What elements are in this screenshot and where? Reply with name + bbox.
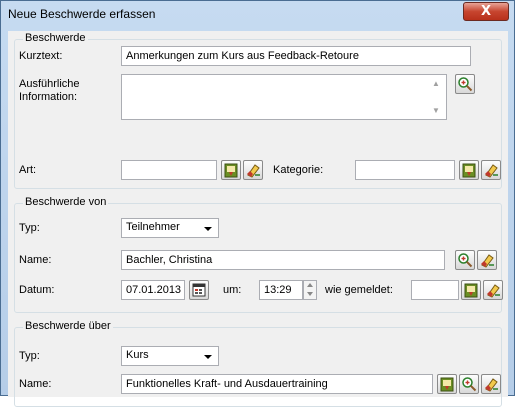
group-ueber-label: Beschwerde über [23, 320, 113, 332]
info-label-line1: Ausführliche [19, 78, 80, 90]
magnifier-icon [458, 253, 473, 268]
group-von-label: Beschwerde von [23, 196, 109, 208]
chevron-down-icon [204, 227, 212, 231]
ueber-name-clear-button[interactable] [481, 374, 501, 394]
spin-down-icon[interactable] [307, 292, 313, 296]
ueber-name-label: Name: [19, 378, 52, 390]
spin-up-icon[interactable] [307, 283, 313, 287]
art-select-button[interactable] [221, 160, 241, 180]
group-beschwerde-ueber: Beschwerde über Typ: Kurs Name: Funktion… [14, 320, 502, 407]
info-scrollbar[interactable]: ▲ ▼ [429, 76, 445, 118]
datum-input[interactable]: 07.01.2013 [121, 280, 185, 300]
kurztext-input[interactable]: Anmerkungen zum Kurs aus Feedback-Retour… [121, 46, 471, 66]
dialog-window: Neue Beschwerde erfassen X Beschwerde Ku… [0, 0, 515, 407]
von-name-clear-button[interactable] [477, 250, 497, 270]
ueber-name-select-button[interactable] [437, 374, 457, 394]
time-spinner[interactable] [303, 280, 317, 300]
clipboard-icon [224, 163, 238, 178]
art-label: Art: [19, 164, 37, 176]
von-typ-label: Typ: [19, 222, 40, 234]
info-label-line2: Information: [19, 91, 78, 103]
magnifier-icon [458, 77, 473, 92]
group-beschwerde-von: Beschwerde von Typ: Teilnehmer Name: Bac… [14, 196, 503, 313]
clipboard-icon [462, 163, 476, 178]
close-icon: X [480, 4, 492, 19]
chevron-down-icon [204, 355, 212, 359]
calendar-icon [192, 283, 206, 297]
clipboard-icon [464, 283, 478, 298]
ueber-typ-label: Typ: [19, 350, 40, 362]
gemeldet-select-button[interactable] [461, 280, 481, 300]
von-name-input[interactable]: Bachler, Christina [121, 250, 445, 270]
kategorie-input[interactable] [355, 160, 455, 180]
um-label: um: [223, 284, 242, 296]
scroll-up-icon[interactable]: ▲ [432, 79, 440, 88]
close-button[interactable]: X [463, 2, 509, 21]
ueber-typ-value: Kurs [126, 349, 149, 361]
von-typ-select[interactable]: Teilnehmer [121, 218, 219, 238]
eraser-icon [487, 284, 500, 298]
title-bar[interactable]: Neue Beschwerde erfassen X [1, 1, 514, 27]
gemeldet-label: wie gemeldet: [325, 284, 393, 296]
von-typ-value: Teilnehmer [126, 221, 180, 233]
gemeldet-input[interactable] [411, 280, 459, 300]
group-beschwerde: Beschwerde Kurztext: Anmerkungen zum Kur… [14, 32, 502, 189]
von-name-label: Name: [19, 254, 52, 266]
art-clear-button[interactable] [243, 160, 263, 180]
datum-label: Datum: [19, 284, 55, 296]
ueber-typ-select[interactable]: Kurs [121, 346, 219, 366]
eraser-icon [481, 254, 494, 268]
eraser-icon [485, 164, 498, 178]
eraser-icon [247, 164, 260, 178]
window-title: Neue Beschwerde erfassen [8, 7, 156, 21]
gemeldet-clear-button[interactable] [483, 280, 503, 300]
ueber-name-input[interactable]: Funktionelles Kraft- und Ausdauertrainin… [121, 374, 433, 394]
dialog-client-area: Beschwerde Kurztext: Anmerkungen zum Kur… [8, 31, 508, 407]
info-zoom-button[interactable] [455, 74, 475, 94]
eraser-icon [485, 378, 498, 392]
scroll-down-icon[interactable]: ▼ [432, 106, 440, 115]
info-textarea[interactable]: ▲ ▼ [121, 74, 447, 120]
kategorie-select-button[interactable] [459, 160, 479, 180]
datum-calendar-button[interactable] [189, 280, 209, 300]
time-input[interactable]: 13:29 [259, 280, 303, 300]
group-beschwerde-label: Beschwerde [23, 32, 88, 44]
clipboard-icon [440, 377, 454, 392]
kategorie-clear-button[interactable] [481, 160, 501, 180]
kurztext-label: Kurztext: [19, 50, 63, 62]
magnifier-icon [462, 377, 477, 392]
kategorie-label: Kategorie: [273, 164, 324, 176]
art-input[interactable] [121, 160, 217, 180]
von-name-search-button[interactable] [455, 250, 475, 270]
ueber-name-search-button[interactable] [459, 374, 479, 394]
